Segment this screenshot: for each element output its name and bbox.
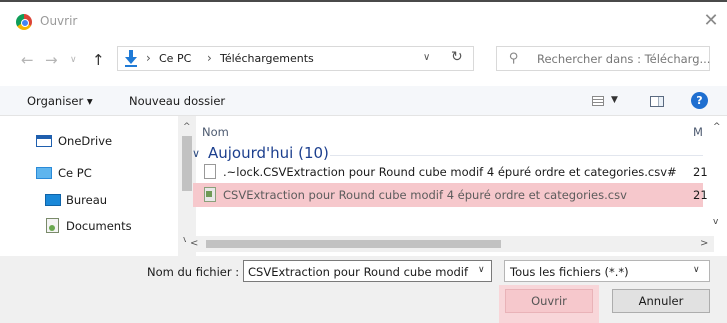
preview-pane-icon[interactable] <box>650 96 664 107</box>
refresh-icon[interactable]: ↻ <box>451 49 463 65</box>
open-button[interactable]: Ouvrir <box>505 289 593 313</box>
scroll-thumb[interactable] <box>206 240 501 248</box>
tree-item-ce-pc[interactable]: Ce PC <box>18 162 178 184</box>
tree-item-label: Ce PC <box>58 166 92 180</box>
search-icon: ⚲ <box>509 51 519 66</box>
downloads-folder-icon <box>125 50 137 67</box>
tree-item-documents[interactable]: Documents <box>18 215 178 237</box>
breadcrumb-ce-pc[interactable]: Ce PC <box>159 52 191 65</box>
search-input[interactable]: ⚲ Rechercher dans : Télécharg... <box>496 46 710 71</box>
navigation-pane: OneDrive Ce PC Bureau Documents ^ v <box>18 116 196 256</box>
breadcrumb-separator: › <box>207 51 212 65</box>
tree-item-bureau[interactable]: Bureau <box>18 189 178 211</box>
address-dropdown-icon[interactable]: ∨ <box>423 52 430 63</box>
onedrive-icon <box>36 135 52 147</box>
column-header-modified[interactable]: M <box>693 125 703 139</box>
new-folder-button[interactable]: Nouveau dossier <box>129 94 225 108</box>
file-date: 21 <box>693 188 708 202</box>
filename-value: CSVExtraction pour Round cube modif <box>248 265 469 279</box>
file-row[interactable]: .~lock.CSVExtraction pour Round cube mod… <box>193 160 708 184</box>
forward-arrow-icon[interactable]: → <box>45 51 58 69</box>
organise-menu-button[interactable]: Organiser ▾ <box>27 94 93 108</box>
scroll-right-icon[interactable]: > <box>700 238 708 249</box>
cancel-button[interactable]: Annuler <box>612 289 710 313</box>
scroll-left-icon[interactable]: < <box>190 238 198 249</box>
desktop-icon <box>45 194 61 206</box>
scroll-up-icon[interactable]: ^ <box>713 122 721 132</box>
title-bar: Ouvrir ✕ <box>0 2 727 34</box>
close-button[interactable]: ✕ <box>700 10 722 32</box>
filename-dropdown-icon[interactable]: ∨ <box>478 265 485 275</box>
file-name: .~lock.CSVExtraction pour Round cube mod… <box>223 165 677 179</box>
file-date: 21 <box>693 165 708 179</box>
file-type-value: Tous les fichiers (*.*) <box>510 265 629 279</box>
back-arrow-icon[interactable]: ← <box>21 51 34 69</box>
csv-file-icon <box>204 187 216 202</box>
scroll-down-icon[interactable]: v <box>713 217 718 227</box>
tree-item-onedrive[interactable]: OneDrive <box>18 130 178 152</box>
documents-icon <box>46 218 59 233</box>
list-horizontal-scrollbar[interactable]: < > <box>186 236 714 252</box>
list-vertical-scrollbar[interactable]: ^ v <box>711 116 725 236</box>
group-divider <box>330 155 703 156</box>
recent-locations-chevron-icon[interactable]: ∨ <box>70 55 77 65</box>
computer-icon <box>36 167 52 179</box>
command-toolbar: Organiser ▾ Nouveau dossier ▼ ? <box>0 86 727 116</box>
file-list: Nom M ∨ Aujourd'hui (10) .~lock.CSVExtra… <box>186 116 721 256</box>
chrome-icon <box>16 14 32 30</box>
tree-item-label: Documents <box>66 219 132 233</box>
up-arrow-icon[interactable]: ↑ <box>92 51 105 69</box>
file-type-select[interactable]: Tous les fichiers (*.*) ∨ <box>504 260 710 282</box>
address-bar[interactable]: › Ce PC › Téléchargements ∨ ↻ <box>117 46 474 71</box>
filename-label: Nom du fichier : <box>147 265 240 279</box>
breadcrumb-telechargements[interactable]: Téléchargements <box>220 52 314 65</box>
tree-item-label: OneDrive <box>58 134 113 148</box>
dialog-footer: Nom du fichier : CSVExtraction pour Roun… <box>0 256 727 323</box>
file-row-selected[interactable]: CSVExtraction pour Round cube modif 4 ép… <box>193 183 708 207</box>
group-collapse-icon[interactable]: ∨ <box>192 147 200 160</box>
file-name: CSVExtraction pour Round cube modif 4 ép… <box>223 188 627 202</box>
file-icon <box>204 164 216 179</box>
window-title: Ouvrir <box>40 14 78 28</box>
view-options-icon[interactable] <box>592 96 604 106</box>
breadcrumb-separator: › <box>146 51 151 65</box>
column-header-name[interactable]: Nom <box>202 125 229 139</box>
file-type-dropdown-icon[interactable]: ∨ <box>693 265 700 275</box>
help-icon[interactable]: ? <box>691 92 708 109</box>
search-placeholder: Rechercher dans : Télécharg... <box>537 52 711 66</box>
view-dropdown-icon[interactable]: ▼ <box>611 95 618 105</box>
filename-field[interactable]: CSVExtraction pour Round cube modif ∨ <box>243 260 492 282</box>
tree-item-label: Bureau <box>66 193 108 207</box>
